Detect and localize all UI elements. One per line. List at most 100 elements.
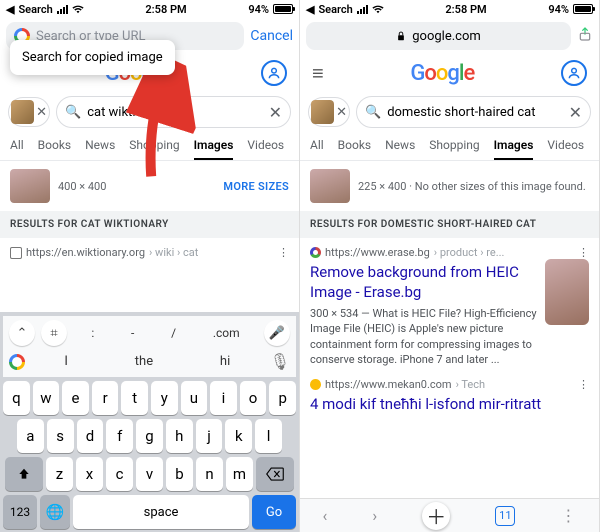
clear-icon[interactable]: ✕ (269, 103, 282, 122)
menu-icon[interactable]: ≡ (312, 61, 324, 86)
tab-books[interactable]: Books (38, 138, 71, 160)
new-tab-button[interactable]: ＋ (422, 502, 450, 530)
kb-key-n[interactable]: n (196, 457, 223, 491)
kb-key-h[interactable]: h (166, 419, 193, 453)
image-search-chip[interactable]: ✕ (8, 97, 50, 127)
kb-key-l[interactable]: l (255, 419, 282, 453)
kb-key-s[interactable]: s (47, 419, 74, 453)
kb-suggestion[interactable]: : (85, 322, 100, 344)
chip-thumb (311, 100, 334, 124)
omnibox[interactable]: google.com (306, 22, 571, 50)
kb-key-b[interactable]: b (166, 457, 193, 491)
kb-key-f[interactable]: f (106, 419, 133, 453)
result-title[interactable]: Remove background from HEIC Image - Eras… (310, 263, 537, 302)
lock-icon (396, 31, 406, 41)
kb-globe-key[interactable]: 🌐 (40, 495, 70, 529)
kb-key-m[interactable]: m (226, 457, 253, 491)
signal-icon (57, 5, 68, 14)
account-avatar[interactable] (561, 60, 587, 86)
image-search-chip[interactable]: ✕ (308, 97, 350, 127)
kb-key-r[interactable]: r (92, 381, 119, 415)
kb-mic-icon[interactable]: 🎤 (264, 320, 290, 346)
kb-123-key[interactable]: 123 (3, 495, 37, 529)
kb-suggestion[interactable]: I (64, 354, 68, 369)
kb-suggestion[interactable]: the (135, 354, 153, 369)
bottom-nav: ‹ › ＋ 11 ⋮ (300, 498, 599, 532)
overflow-icon[interactable]: ⋮ (560, 506, 576, 525)
kb-key-q[interactable]: q (3, 381, 30, 415)
battery-icon (273, 4, 293, 14)
chip-remove-icon[interactable]: ✕ (36, 105, 47, 120)
result-title[interactable]: 4 modi kif tneħħi l-isfond mir-ritratt (310, 395, 589, 415)
results-for-header: RESULTS FOR DOMESTIC SHORT-HAIRED CAT (300, 211, 599, 238)
google-header: ≡ Google (300, 54, 599, 92)
google-g-icon[interactable] (9, 354, 25, 370)
result-item[interactable]: https://en.wiktionary.org› wiki › cat ⋮ (0, 238, 299, 267)
result-overflow-icon[interactable]: ⋮ (578, 246, 589, 259)
tab-shopping[interactable]: Shopping (429, 138, 479, 160)
kb-key-k[interactable]: k (225, 419, 252, 453)
kb-suggestion[interactable]: hi (220, 354, 230, 369)
result-tabs: All Books News Shopping Images Videos (300, 132, 599, 161)
kb-scan-icon[interactable]: ⌗ (41, 320, 67, 346)
chip-remove-icon[interactable]: ✕ (336, 105, 347, 120)
tab-videos[interactable]: Videos (547, 138, 584, 160)
wifi-icon (72, 5, 84, 14)
kb-key-y[interactable]: y (151, 381, 178, 415)
result-overflow-icon[interactable]: ⋮ (578, 378, 589, 391)
tab-books[interactable]: Books (338, 138, 371, 160)
right-pane: ◀Search 2:58 PM 94% google.com ≡ Google … (300, 0, 600, 532)
kb-key-g[interactable]: g (136, 419, 163, 453)
tab-videos[interactable]: Videos (247, 138, 284, 160)
chip-thumb (11, 100, 34, 124)
kb-mic2-icon[interactable]: 🎙 (270, 352, 290, 371)
search-input[interactable]: 🔍 domestic short-haired cat ✕ (356, 96, 591, 128)
kb-suggestion[interactable]: / (165, 322, 182, 344)
kb-key-t[interactable]: t (121, 381, 148, 415)
kb-shift-key[interactable] (5, 457, 43, 491)
kb-suggestion[interactable]: .com (207, 322, 246, 344)
more-sizes-link[interactable]: MORE SIZES (223, 180, 289, 193)
kb-key-d[interactable]: d (77, 419, 104, 453)
kb-key-e[interactable]: e (62, 381, 89, 415)
results-for-header: RESULTS FOR CAT WIKTIONARY (0, 211, 299, 238)
kb-key-i[interactable]: i (210, 381, 237, 415)
tab-images[interactable]: Images (194, 138, 234, 160)
kb-key-v[interactable]: v (136, 457, 163, 491)
tab-all[interactable]: All (310, 138, 324, 160)
mekan0-favicon (310, 379, 321, 390)
result-thumb[interactable] (545, 259, 589, 325)
tab-images[interactable]: Images (494, 138, 534, 160)
google-logo: Google (410, 61, 474, 86)
clear-icon[interactable]: ✕ (569, 103, 582, 122)
kb-key-p[interactable]: p (269, 381, 296, 415)
account-avatar[interactable] (261, 60, 287, 86)
left-pane: ◀Search 2:58 PM 94% Search or type URL C… (0, 0, 300, 532)
kb-key-c[interactable]: c (106, 457, 133, 491)
back-icon[interactable]: ‹ (323, 506, 328, 525)
kb-key-x[interactable]: x (76, 457, 103, 491)
kb-delete-key[interactable] (256, 457, 294, 491)
result-item[interactable]: https://www.erase.bg› product › re... ⋮ … (300, 238, 599, 376)
tab-count-button[interactable]: 11 (495, 506, 515, 526)
tab-news[interactable]: News (385, 138, 415, 160)
kb-key-a[interactable]: a (17, 419, 44, 453)
kb-key-w[interactable]: w (33, 381, 60, 415)
kb-suggestion[interactable]: - (125, 322, 140, 344)
cancel-button[interactable]: Cancel (250, 28, 293, 44)
size-thumb[interactable] (10, 169, 50, 203)
result-item[interactable]: https://www.mekan0.com› Tech ⋮ 4 modi ki… (300, 376, 599, 423)
kb-go-key[interactable]: Go (252, 495, 296, 529)
kb-chevron-icon[interactable]: ⌃ (9, 320, 35, 346)
search-copied-image-popover[interactable]: Search for copied image (10, 40, 175, 75)
image-size-strip: 225 × 400 · No other sizes of this image… (300, 161, 599, 211)
share-icon[interactable] (577, 26, 593, 46)
kb-key-z[interactable]: z (46, 457, 73, 491)
kb-key-o[interactable]: o (240, 381, 267, 415)
result-overflow-icon[interactable]: ⋮ (278, 246, 289, 259)
kb-space-key[interactable]: space (73, 495, 249, 529)
tab-all[interactable]: All (10, 138, 24, 160)
size-thumb[interactable] (310, 169, 350, 203)
kb-key-u[interactable]: u (181, 381, 208, 415)
kb-key-j[interactable]: j (196, 419, 223, 453)
